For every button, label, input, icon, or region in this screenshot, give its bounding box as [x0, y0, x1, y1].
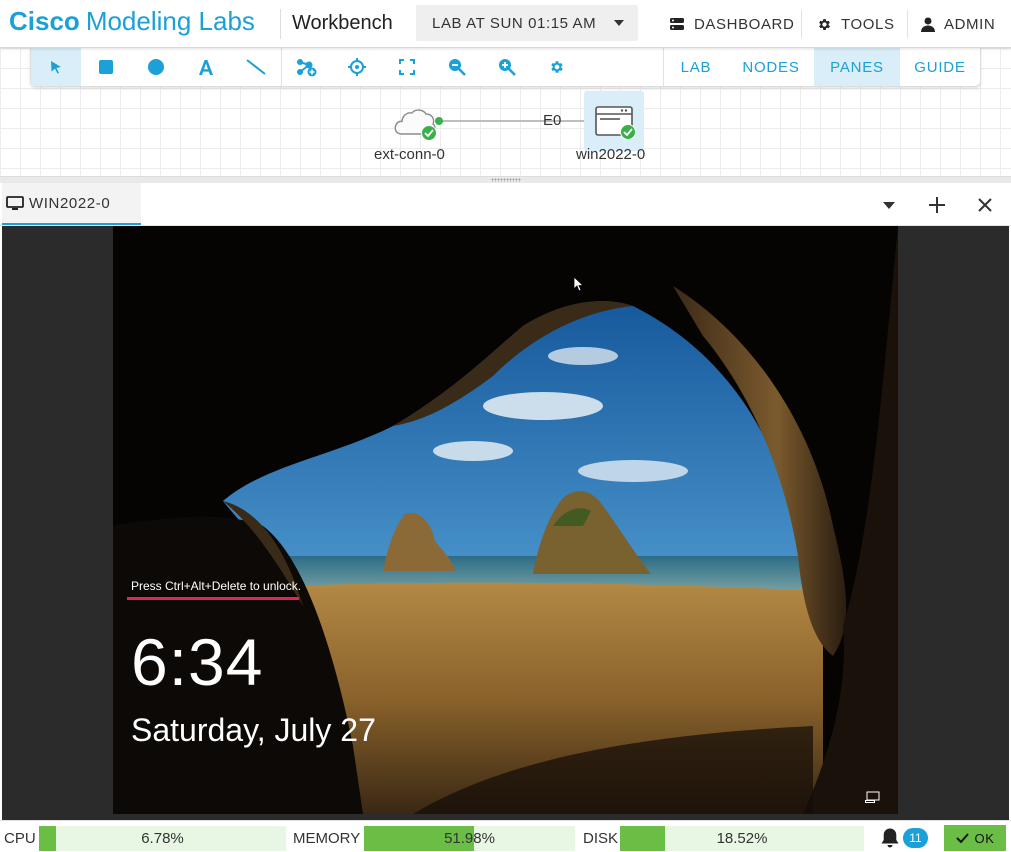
add-node-icon: [297, 59, 317, 77]
ease-of-access-icon[interactable]: [865, 791, 881, 803]
lockscreen-time: 6:34: [131, 625, 264, 699]
console-pane: Press Ctrl+Alt+Delete to unlock. 6:34 Sa…: [2, 226, 1009, 820]
brand-logo[interactable]: Cisco Modeling Labs: [9, 6, 255, 37]
pointer-icon: [51, 61, 61, 74]
settings-tool[interactable]: [532, 48, 582, 86]
circle-icon: [148, 59, 164, 75]
lab-selector-label: LAB AT SUN 01:15 AM: [432, 14, 597, 32]
tab-panes[interactable]: PANES: [814, 48, 900, 86]
tab-lab[interactable]: LAB: [664, 48, 728, 86]
lockscreen-date: Saturday, July 27: [131, 712, 376, 748]
pane-menu-button[interactable]: [875, 191, 903, 219]
node-label-ext-conn: ext-conn-0: [374, 146, 445, 163]
cpu-label: CPU: [4, 830, 36, 847]
memory-label: MEMORY: [293, 830, 361, 847]
pane-tab-label: WIN2022-0: [29, 194, 111, 212]
tab-console-win2022[interactable]: WIN2022-0: [2, 183, 141, 225]
disk-meter: 18.52%: [620, 826, 864, 851]
fit-tool[interactable]: [382, 48, 432, 86]
add-node-tool[interactable]: [282, 48, 332, 86]
header-divider: [280, 9, 281, 39]
cpu-meter: 6.78%: [39, 826, 286, 851]
plus-icon: [929, 197, 945, 213]
fit-screen-icon: [399, 59, 415, 75]
select-tool[interactable]: [31, 48, 81, 86]
square-icon: [99, 60, 113, 74]
text-a-icon: [199, 59, 213, 75]
booted-check-icon: [620, 124, 636, 140]
unlock-hint: Press Ctrl+Alt+Delete to unlock.: [131, 579, 302, 593]
text-tool[interactable]: [181, 48, 231, 86]
close-pane-button[interactable]: [971, 191, 999, 219]
zoom-in-tool[interactable]: [482, 48, 532, 86]
monitor-icon: [6, 195, 24, 210]
vnc-screen[interactable]: Press Ctrl+Alt+Delete to unlock. 6:34 Sa…: [113, 226, 898, 814]
brand-product: Modeling Labs: [85, 6, 255, 36]
close-icon: [978, 198, 992, 212]
tools-label: TOOLS: [841, 15, 895, 33]
add-pane-button[interactable]: [923, 191, 951, 219]
nav-divider: [907, 10, 908, 38]
ellipse-tool[interactable]: [131, 48, 181, 86]
tab-nodes[interactable]: NODES: [728, 48, 814, 86]
zoom-in-icon: [499, 59, 516, 76]
rectangle-tool[interactable]: [81, 48, 131, 86]
brand-cisco: Cisco: [9, 6, 80, 36]
check-icon: [955, 833, 969, 843]
status-ok-label: OK: [974, 830, 995, 846]
bell-icon[interactable]: [879, 827, 901, 849]
tools-button[interactable]: TOOLS: [817, 8, 895, 40]
crosshair-icon: [348, 58, 366, 76]
top-header: Cisco Modeling Labs Workbench LAB AT SUN …: [0, 0, 1011, 48]
zoom-out-icon: [449, 59, 466, 76]
user-icon: [921, 17, 935, 32]
link-label: E0: [543, 112, 562, 129]
pane-tabbar: WIN2022-0: [0, 183, 1011, 226]
dashboard-button[interactable]: DASHBOARD: [669, 8, 794, 40]
disk-label: DISK: [583, 830, 619, 847]
dashboard-label: DASHBOARD: [694, 15, 795, 33]
status-bar: CPU 6.78% MEMORY 51.98% DISK 18.52% 11 O…: [0, 820, 1011, 852]
unlock-hint-underline: [127, 597, 299, 600]
admin-button[interactable]: ADMIN: [921, 8, 995, 40]
node-label-win2022: win2022-0: [576, 146, 646, 163]
booted-check-icon: [421, 125, 437, 141]
gear-icon: [819, 18, 830, 30]
center-tool[interactable]: [332, 48, 382, 86]
pane-resize-handle[interactable]: [0, 176, 1011, 183]
nav-divider: [801, 10, 802, 38]
line-tool[interactable]: [231, 48, 281, 86]
zoom-out-tool[interactable]: [432, 48, 482, 86]
topology-canvas[interactable]: LAB NODES PANES GUIDE E0 ext-conn-0 win2…: [0, 48, 1011, 176]
canvas-toolbar: LAB NODES PANES GUIDE: [30, 48, 981, 87]
memory-value: 51.98%: [444, 830, 495, 847]
status-ok-button[interactable]: OK: [944, 825, 1006, 851]
disk-value: 18.52%: [716, 830, 768, 847]
link-e0[interactable]: [439, 120, 591, 122]
caret-down-icon: [614, 20, 624, 26]
notification-count-badge[interactable]: 11: [903, 828, 928, 848]
line-icon: [246, 59, 266, 75]
gear-icon: [551, 61, 563, 73]
mouse-cursor-icon: [574, 277, 584, 292]
cpu-value: 6.78%: [141, 830, 184, 847]
admin-label: ADMIN: [944, 15, 996, 33]
grip-icon: [491, 178, 521, 182]
memory-meter: 51.98%: [364, 826, 575, 851]
lab-selector[interactable]: LAB AT SUN 01:15 AM: [416, 5, 638, 41]
tab-guide[interactable]: GUIDE: [900, 48, 980, 86]
server-icon: [670, 18, 684, 30]
caret-down-icon: [883, 201, 895, 209]
app-title: Workbench: [292, 12, 393, 34]
